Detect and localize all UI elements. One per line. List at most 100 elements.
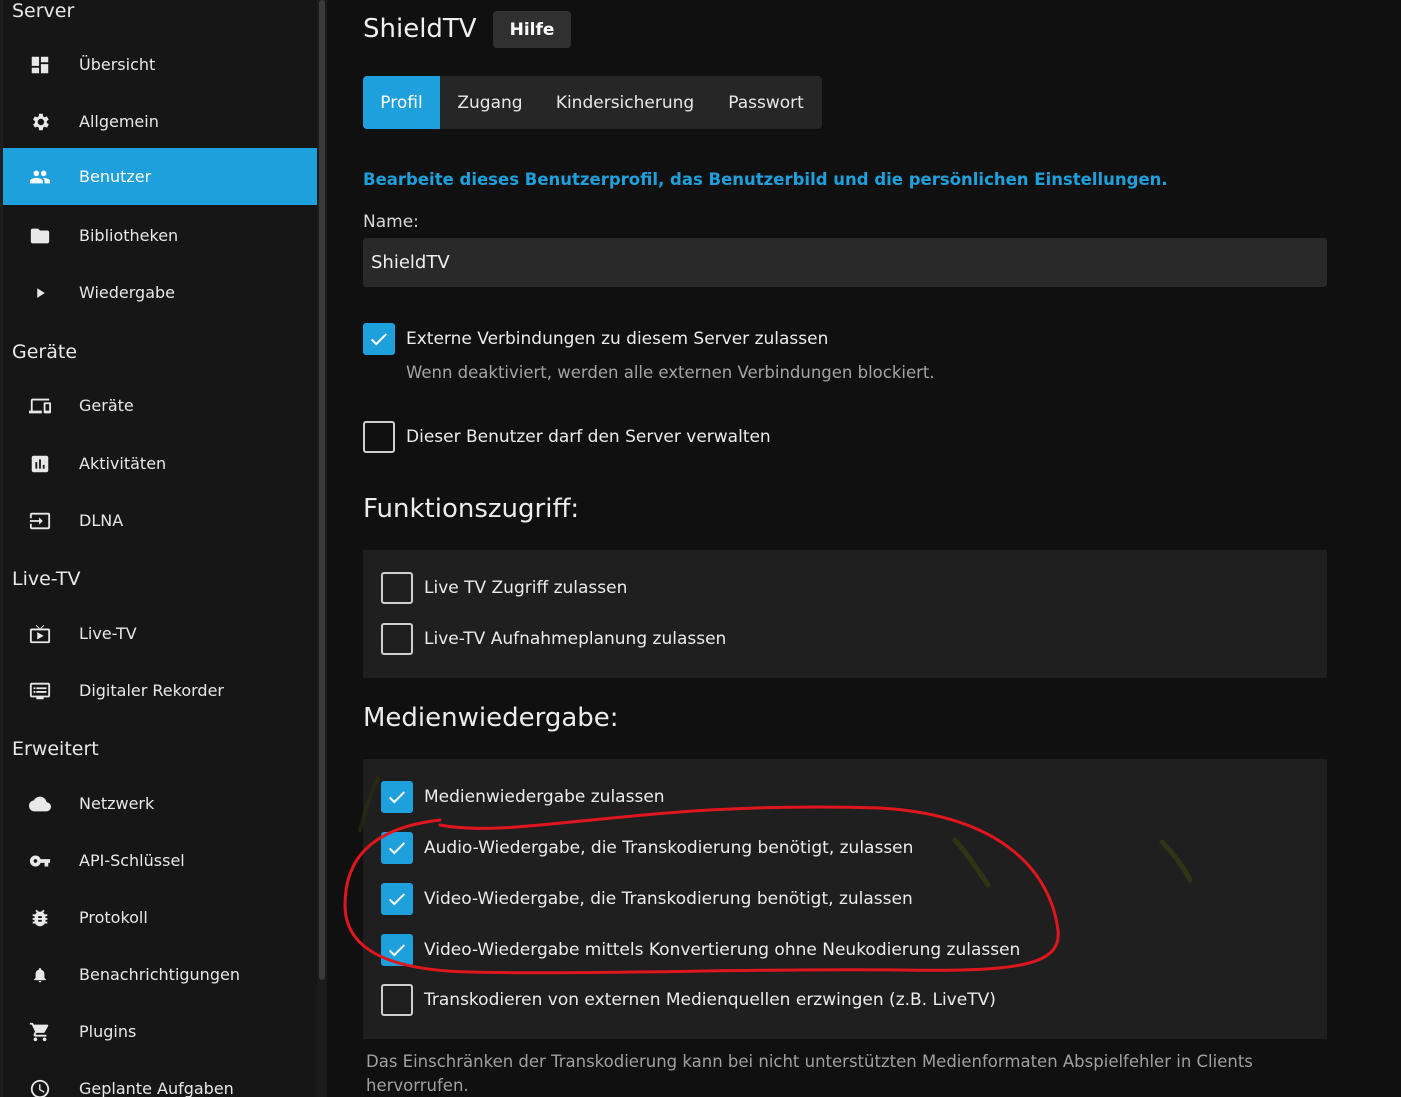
check-icon — [388, 842, 406, 855]
folder-icon — [29, 225, 51, 247]
check-icon — [370, 333, 388, 346]
sidebar-item-label: Digitaler Rekorder — [79, 681, 224, 700]
dashboard-icon — [29, 54, 51, 76]
video-transcoding-option[interactable]: Video-Wiedergabe, die Transkodierung ben… — [381, 883, 913, 915]
sidebar-item-benutzer[interactable]: Benutzer — [3, 148, 317, 205]
live-tv-access-label: Live TV Zugriff zulassen — [424, 578, 628, 598]
external-connections-checkbox[interactable] — [363, 323, 395, 355]
external-connections-hint: Wenn deaktiviert, werden alle externen V… — [406, 363, 935, 382]
sidebar-item-label: DLNA — [79, 511, 124, 530]
admin-option[interactable]: Dieser Benutzer darf den Server verwalte… — [363, 421, 771, 453]
admin-label: Dieser Benutzer darf den Server verwalte… — [406, 427, 771, 447]
sidebar-item-label: Wiedergabe — [79, 283, 176, 302]
sidebar-item-digitaler-rekorder[interactable]: Digitaler Rekorder — [3, 662, 317, 719]
force-remote-transcoding-option[interactable]: Transkodieren von externen Medienquellen… — [381, 984, 996, 1016]
section-server: Server — [12, 0, 75, 22]
play-icon — [29, 282, 51, 304]
tab-passwort[interactable]: Passwort — [710, 76, 822, 129]
check-icon — [388, 944, 406, 957]
section-geraete: Geräte — [12, 341, 78, 363]
tab-zugang[interactable]: Zugang — [440, 76, 540, 129]
live-tv-recording-option[interactable]: Live-TV Aufnahmeplanung zulassen — [381, 623, 726, 655]
sidebar-item-label: Netzwerk — [79, 794, 155, 813]
sidebar-item-geraete[interactable]: Geräte — [3, 377, 317, 434]
clock-icon — [29, 1078, 51, 1097]
sidebar-item-label: Geräte — [79, 396, 134, 415]
sidebar-item-label: API-Schlüssel — [79, 851, 185, 870]
tab-kindersicherung[interactable]: Kindersicherung — [540, 76, 710, 129]
force-remote-transcoding-checkbox[interactable] — [381, 984, 413, 1016]
sidebar-item-label: Benachrichtigungen — [79, 965, 240, 984]
video-remux-label: Video-Wiedergabe mittels Konvertierung o… — [424, 940, 1021, 960]
page-title: ShieldTV — [363, 14, 477, 44]
audio-transcoding-checkbox[interactable] — [381, 832, 413, 864]
live-tv-recording-label: Live-TV Aufnahmeplanung zulassen — [424, 629, 727, 649]
name-label: Name: — [363, 212, 419, 232]
media-playback-panel: Medienwiedergabe zulassen Audio-Wiederga… — [363, 759, 1327, 1039]
sidebar-item-protokoll[interactable]: Protokoll — [3, 889, 317, 946]
cloud-icon — [29, 793, 51, 815]
dvr-icon — [29, 680, 51, 702]
sidebar-item-api-schluessel[interactable]: API-Schlüssel — [3, 832, 317, 889]
video-transcoding-label: Video-Wiedergabe, die Transkodierung ben… — [424, 889, 913, 909]
sidebar-item-dlna[interactable]: DLNA — [3, 492, 317, 549]
sidebar-item-allgemein[interactable]: Allgemein — [3, 93, 317, 150]
bell-icon — [29, 964, 51, 986]
sidebar-item-label: Aktivitäten — [79, 454, 167, 473]
tab-profil[interactable]: Profil — [363, 76, 440, 129]
sidebar-item-benachrichtigungen[interactable]: Benachrichtigungen — [3, 946, 317, 1003]
video-transcoding-checkbox[interactable] — [381, 883, 413, 915]
media-playback-checkbox[interactable] — [381, 781, 413, 813]
people-icon — [29, 166, 51, 188]
sidebar-item-label: Plugins — [79, 1022, 137, 1041]
check-icon — [388, 791, 406, 804]
key-icon — [29, 850, 51, 872]
help-button[interactable]: Hilfe — [493, 11, 571, 48]
sidebar-item-bibliotheken[interactable]: Bibliotheken — [3, 207, 317, 264]
transcoding-footnote: Das Einschränken der Transkodierung kann… — [366, 1052, 1253, 1095]
tab-bar: Profil Zugang Kindersicherung Passwort — [363, 76, 822, 129]
sidebar-item-label: Übersicht — [79, 55, 156, 74]
sidebar-item-wiedergabe[interactable]: Wiedergabe — [3, 264, 317, 321]
intro-text: Bearbeite dieses Benutzerprofil, das Ben… — [363, 170, 1168, 189]
main-content: ShieldTV Hilfe Profil Zugang Kindersiche… — [327, 0, 1401, 1097]
chart-icon — [29, 453, 51, 475]
sidebar-item-label: Allgemein — [79, 112, 159, 131]
live-tv-recording-checkbox[interactable] — [381, 623, 413, 655]
audio-transcoding-option[interactable]: Audio-Wiedergabe, die Transkodierung ben… — [381, 832, 913, 864]
sidebar-scrollbar[interactable] — [317, 0, 327, 1097]
audio-transcoding-label: Audio-Wiedergabe, die Transkodierung ben… — [424, 838, 914, 858]
sidebar-item-label: Geplante Aufgaben — [79, 1079, 234, 1097]
external-connections-label: Externe Verbindungen zu diesem Server zu… — [406, 329, 829, 349]
media-playback-heading: Medienwiedergabe: — [363, 703, 619, 733]
media-playback-option[interactable]: Medienwiedergabe zulassen — [381, 781, 665, 813]
bug-icon — [29, 907, 51, 929]
admin-checkbox[interactable] — [363, 421, 395, 453]
sidebar-item-label: Live-TV — [79, 624, 137, 643]
sidebar-item-plugins[interactable]: Plugins — [3, 1003, 317, 1060]
sidebar-item-label: Benutzer — [79, 167, 152, 186]
force-remote-transcoding-label: Transkodieren von externen Medienquellen… — [424, 990, 996, 1010]
section-erweitert: Erweitert — [12, 738, 99, 760]
devices-icon — [29, 395, 51, 417]
media-playback-label: Medienwiedergabe zulassen — [424, 787, 665, 807]
scrollbar-thumb[interactable] — [319, 0, 325, 980]
sidebar: Server Übersicht Allgemein Benutzer Bibl… — [0, 0, 320, 1097]
video-remux-option[interactable]: Video-Wiedergabe mittels Konvertierung o… — [381, 934, 1020, 966]
sidebar-item-label: Protokoll — [79, 908, 148, 927]
live-tv-access-option[interactable]: Live TV Zugriff zulassen — [381, 572, 627, 604]
sidebar-item-livetv[interactable]: Live-TV — [3, 605, 317, 662]
video-remux-checkbox[interactable] — [381, 934, 413, 966]
name-input[interactable] — [363, 238, 1327, 287]
live-tv-access-checkbox[interactable] — [381, 572, 413, 604]
sidebar-item-netzwerk[interactable]: Netzwerk — [3, 775, 317, 832]
input-icon — [29, 510, 51, 532]
live-tv-icon — [29, 623, 51, 645]
cart-icon — [29, 1021, 51, 1043]
sidebar-item-uebersicht[interactable]: Übersicht — [3, 36, 317, 93]
sidebar-item-geplante-aufgaben[interactable]: Geplante Aufgaben — [3, 1060, 317, 1097]
external-connections-option[interactable]: Externe Verbindungen zu diesem Server zu… — [363, 323, 828, 355]
sidebar-item-aktivitaeten[interactable]: Aktivitäten — [3, 435, 317, 492]
section-livetv: Live-TV — [12, 568, 81, 590]
sidebar-item-label: Bibliotheken — [79, 226, 179, 245]
